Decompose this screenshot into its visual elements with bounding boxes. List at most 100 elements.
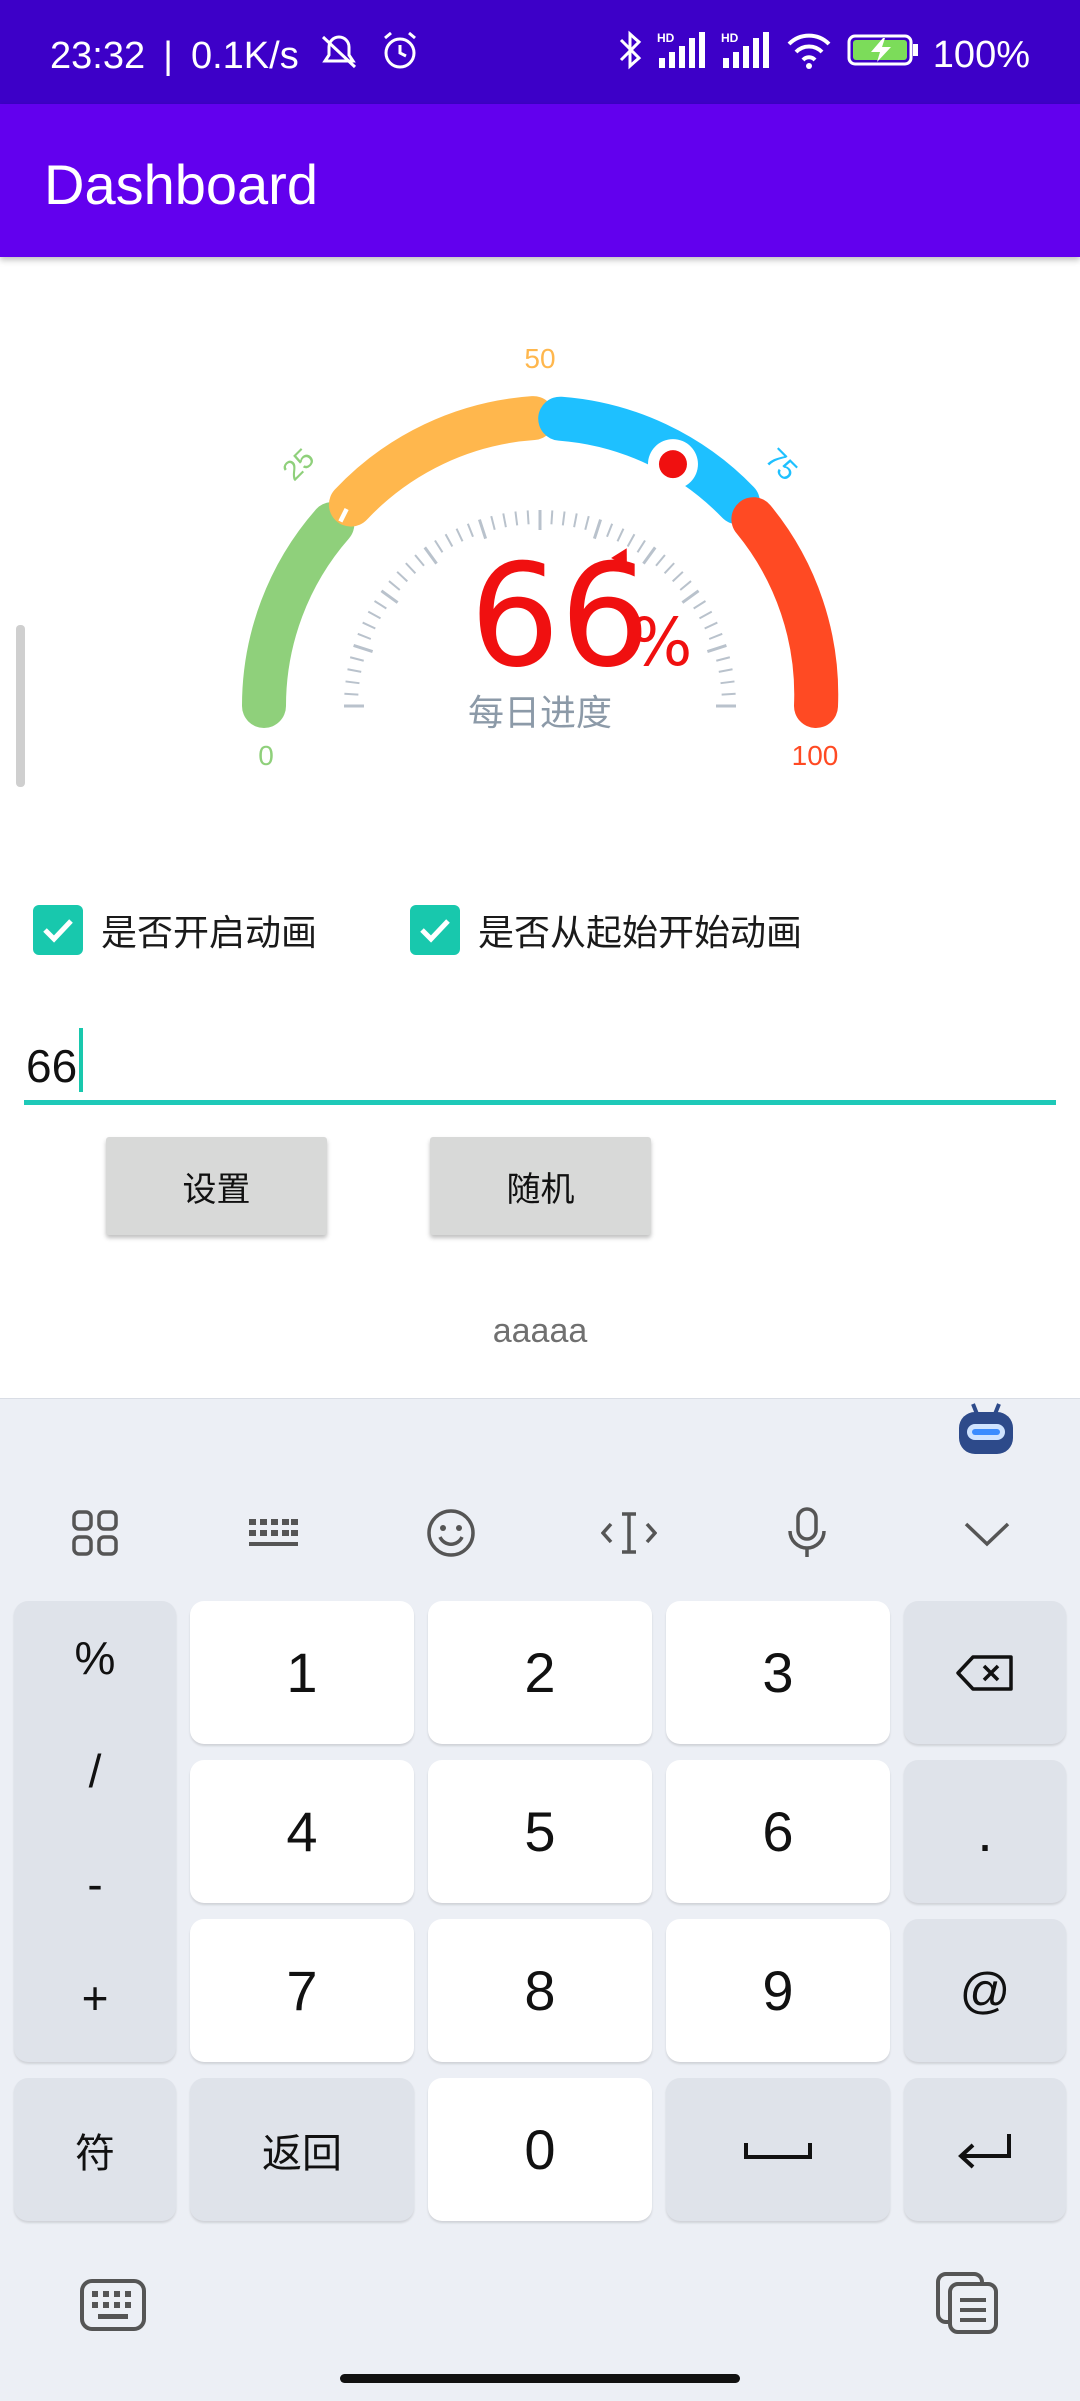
svg-text:HD: HD [657,31,675,45]
backspace-icon [956,1654,1013,1691]
key-6[interactable]: 6 [666,1760,890,1903]
gauge-tick [663,562,675,575]
key-8[interactable]: 8 [428,1919,652,2062]
gauge-tick [380,589,399,604]
gauge-tick [455,528,464,542]
random-button[interactable]: 随机 [430,1137,651,1235]
gauge-tick [434,539,444,553]
checkbox-box[interactable] [33,905,83,955]
key-period[interactable]: . [904,1760,1066,1903]
gauge-tick [405,562,417,575]
gauge-segment-red [731,497,839,728]
checkmark-icon [420,919,450,943]
bluetooth-icon [617,30,643,80]
status-bar: 23:32 | 0.1K/s HD HD 100% [0,0,1080,104]
gauge-tick [367,610,381,620]
value-input[interactable]: 66 [24,1010,1056,1105]
checkbox-label: 是否从起始开始动画 [478,913,803,954]
gauge-tick [396,571,409,583]
gauge-tick [693,600,707,610]
text-cursor-icon[interactable] [584,1488,674,1578]
battery-percent: 100% [932,33,1030,76]
gauge-label-100: 100 [792,740,839,771]
checkbox-label: 是否开启动画 [101,913,318,954]
gauge-caption: 每日进度 [468,693,612,734]
checkbox-animate-from-start[interactable]: 是否从起始开始动画 [410,895,802,965]
status-separator: | [163,34,173,77]
input-text: 66 [26,1040,78,1092]
page-title: Dashboard [44,153,318,216]
apps-grid-icon[interactable] [50,1488,140,1578]
mute-icon [317,31,361,81]
status-net-speed: 0.1K/s [190,34,299,77]
symbol-column: % / - + [14,1601,176,2062]
gauge-tick [388,580,401,591]
symbol-key[interactable]: 符 [14,2078,176,2221]
gauge-tick [706,644,727,654]
key-4[interactable]: 4 [190,1760,414,1903]
gauge-tick [720,680,735,685]
gauge-value: 66 [470,534,651,699]
gauge-tick [514,511,519,526]
key-minus[interactable]: - [14,1857,176,1911]
keyboard-toolbar [0,1488,1080,1578]
gauge-tick [699,610,713,620]
key-at[interactable]: @ [904,1919,1066,2062]
gauge-tick [414,554,425,567]
space-icon [744,2142,812,2159]
enter-key[interactable] [904,2078,1066,2221]
gauge-tick [357,632,372,640]
backspace-key[interactable] [904,1601,1066,1744]
checkmark-icon [43,919,73,943]
chevron-down-icon[interactable] [942,1488,1032,1578]
gauge-unit: % [630,604,693,681]
key-percent[interactable]: % [14,1631,176,1685]
key-9[interactable]: 9 [666,1919,890,2062]
gauge-tick [721,692,736,696]
microphone-icon[interactable] [762,1488,852,1578]
battery-charging-icon [847,30,919,80]
back-key[interactable]: 返回 [190,2078,414,2221]
key-2[interactable]: 2 [428,1601,652,1744]
gauge-tick [655,554,666,567]
keyboard-layout-icon[interactable] [228,1488,318,1578]
gauge-tick [584,515,590,530]
home-indicator[interactable] [340,2374,740,2383]
signal-hd-icon: HD [657,30,707,80]
gauge-tick [573,513,578,528]
key-slash[interactable]: / [14,1744,176,1798]
gauge-segment-divider [338,508,349,523]
gauge-tick [490,515,496,530]
checkbox-enable-animation[interactable]: 是否开启动画 [33,895,317,965]
gauge-tick [423,546,438,565]
gauge-tick [349,656,364,662]
checkbox-box[interactable] [410,905,460,955]
key-3[interactable]: 3 [666,1601,890,1744]
gauge-segment-orange [328,396,556,527]
gauge-tick [344,692,359,696]
key-7[interactable]: 7 [190,1919,414,2062]
gauge-tick [718,668,733,673]
enter-icon [958,2133,1011,2168]
emoji-icon[interactable] [406,1488,496,1578]
set-button[interactable]: 设置 [106,1137,327,1235]
status-time: 23:32 [50,34,146,77]
clipboard-icon[interactable] [932,2270,1002,2340]
gauge-tick [716,656,731,662]
gauge-tick [704,621,718,630]
space-key[interactable] [666,2078,890,2221]
wifi-icon [785,30,833,80]
gauge-label-50: 50 [524,343,555,374]
key-plus[interactable]: + [14,1971,176,2025]
gauge-tick [708,632,723,640]
gauge-tick [353,644,374,654]
gauge-tick [671,571,684,583]
gauge-tick [561,511,566,526]
assistant-bot-icon[interactable] [955,1400,1017,1460]
gauge-tick [347,668,362,673]
svg-text:HD: HD [721,31,739,45]
keyboard-switch-icon[interactable] [78,2275,148,2339]
key-0[interactable]: 0 [428,2078,652,2221]
key-5[interactable]: 5 [428,1760,652,1903]
key-1[interactable]: 1 [190,1601,414,1744]
